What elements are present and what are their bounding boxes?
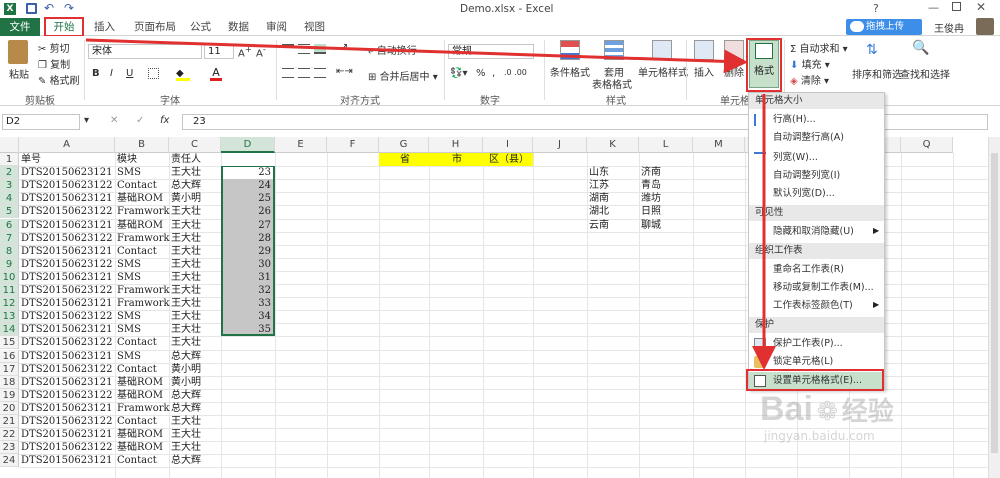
watermark-brand: Bai <box>760 390 813 428</box>
watermark-brand-2: 经验 <box>841 397 894 427</box>
watermark-url: jingyan.baidu.com <box>764 429 875 443</box>
arrow-home-to-format <box>85 38 748 74</box>
baidu-watermark: Bai ❁ 经验 jingyan.baidu.com <box>760 390 990 460</box>
paw-icon: ❁ <box>816 397 839 427</box>
